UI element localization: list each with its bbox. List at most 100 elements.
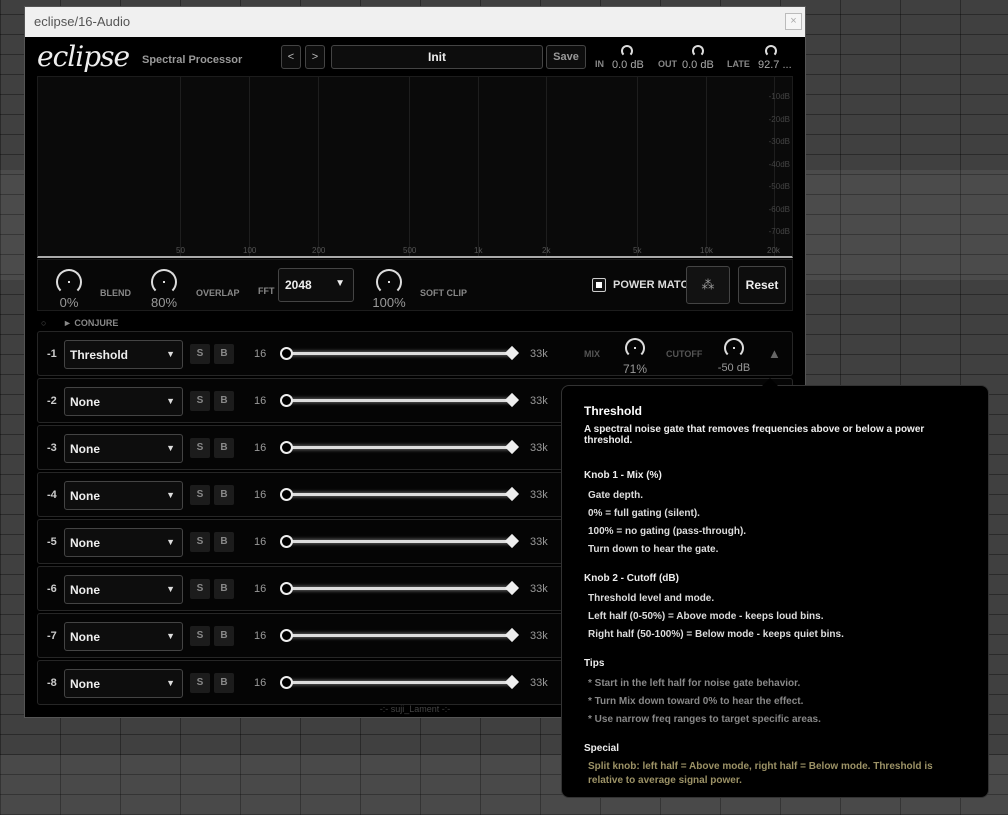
save-button[interactable]: Save <box>546 45 586 69</box>
tooltip-tip: * Use narrow freq ranges to target speci… <box>588 714 821 725</box>
range-low-value: 16 <box>254 442 267 454</box>
slot-number: -3 <box>47 442 57 454</box>
spectrum-display[interactable]: 50 100 200 500 1k 2k 5k 10k 20k -10dB -2… <box>37 76 793 258</box>
chevron-down-icon: ▼ <box>166 678 175 688</box>
bypass-button[interactable]: B <box>214 626 234 646</box>
range-high-value: 33k <box>530 583 548 595</box>
freq-range-track[interactable] <box>286 446 512 449</box>
range-high-handle[interactable] <box>504 674 520 690</box>
randomize-icon[interactable]: ⁂ <box>686 266 730 304</box>
range-low-value: 16 <box>254 536 267 548</box>
bypass-button[interactable]: B <box>214 673 234 693</box>
solo-button[interactable]: S <box>190 532 210 552</box>
bypass-button[interactable]: B <box>214 344 234 364</box>
range-low-value: 16 <box>254 630 267 642</box>
range-high-handle[interactable] <box>504 580 520 596</box>
in-gain-knob[interactable] <box>621 45 633 57</box>
range-low-handle[interactable] <box>280 394 293 407</box>
solo-button[interactable]: S <box>190 485 210 505</box>
range-low-handle[interactable] <box>280 676 293 689</box>
range-high-handle[interactable] <box>504 627 520 643</box>
fft-size-select[interactable]: 2048 ▼ <box>278 268 354 302</box>
eclipse-logo: eclipse <box>37 40 130 73</box>
latency-value: 92.7 ... <box>758 59 792 71</box>
chevron-down-icon: ▼ <box>166 396 175 406</box>
close-button[interactable]: × <box>785 13 802 30</box>
range-high-handle[interactable] <box>504 392 520 408</box>
tooltip-tips-heading: Tips <box>584 658 605 669</box>
range-low-handle[interactable] <box>280 535 293 548</box>
solo-button[interactable]: S <box>190 438 210 458</box>
freq-range-track[interactable] <box>286 399 512 402</box>
db-label: -30dB <box>768 137 790 146</box>
effect-name: None <box>70 489 100 503</box>
bypass-button[interactable]: B <box>214 579 234 599</box>
effect-select[interactable]: None ▼ <box>64 434 183 463</box>
range-high-handle[interactable] <box>504 533 520 549</box>
cutoff-knob[interactable] <box>724 338 744 358</box>
bypass-button[interactable]: B <box>214 485 234 505</box>
freq-range-track[interactable] <box>286 493 512 496</box>
freq-label: 500 <box>403 246 417 255</box>
soft-clip-knob[interactable] <box>376 269 402 295</box>
range-low-handle[interactable] <box>280 488 293 501</box>
freq-range-track[interactable] <box>286 681 512 684</box>
prev-preset-button[interactable]: < <box>281 45 301 69</box>
overlap-knob[interactable] <box>151 269 177 295</box>
late-label: LATE <box>727 59 750 69</box>
effect-select[interactable]: None ▼ <box>64 528 183 557</box>
range-high-handle[interactable] <box>504 345 520 361</box>
effect-name: None <box>70 536 100 550</box>
range-low-handle[interactable] <box>280 441 293 454</box>
freq-label: 200 <box>312 246 326 255</box>
solo-button[interactable]: S <box>190 673 210 693</box>
db-label: -50dB <box>768 182 790 191</box>
next-preset-button[interactable]: > <box>305 45 325 69</box>
solo-button[interactable]: S <box>190 344 210 364</box>
range-low-handle[interactable] <box>280 582 293 595</box>
preset-name-field[interactable]: Init <box>331 45 543 69</box>
range-low-handle[interactable] <box>280 347 293 360</box>
triangle-up-icon[interactable]: ▲ <box>768 346 781 361</box>
range-high-handle[interactable] <box>504 439 520 455</box>
effect-select[interactable]: Threshold ▼ <box>64 340 183 369</box>
window-title: eclipse/16-Audio <box>34 14 131 29</box>
range-high-handle[interactable] <box>504 486 520 502</box>
blend-knob[interactable] <box>56 269 82 295</box>
slot-number: -7 <box>47 630 57 642</box>
freq-range-track[interactable] <box>286 540 512 543</box>
freq-range-track[interactable] <box>286 587 512 590</box>
db-label: -10dB <box>768 92 790 101</box>
solo-button[interactable]: S <box>190 626 210 646</box>
in-gain-value: 0.0 dB <box>612 59 644 71</box>
overlap-value: 80% <box>150 295 178 310</box>
plugin-header: eclipse Spectral Processor < > Init Save… <box>25 37 805 77</box>
tooltip-description: A spectral noise gate that removes frequ… <box>584 424 925 446</box>
bypass-button[interactable]: B <box>214 532 234 552</box>
out-label: OUT <box>658 59 677 69</box>
range-low-value: 16 <box>254 348 267 360</box>
latency-knob[interactable] <box>765 45 777 57</box>
effect-select[interactable]: None ▼ <box>64 669 183 698</box>
fft-label: FFT <box>258 286 275 296</box>
slot-number: -1 <box>47 348 57 360</box>
mix-knob[interactable] <box>625 338 645 358</box>
freq-range-track[interactable] <box>286 634 512 637</box>
range-low-handle[interactable] <box>280 629 293 642</box>
bypass-button[interactable]: B <box>214 391 234 411</box>
power-match-checkbox[interactable] <box>592 278 606 292</box>
window-titlebar[interactable]: eclipse/16-Audio × <box>25 7 805 37</box>
effect-select[interactable]: None ▼ <box>64 481 183 510</box>
solo-button[interactable]: S <box>190 391 210 411</box>
conjure-toggle[interactable]: ○ ► CONJURE <box>41 318 118 328</box>
effect-select[interactable]: None ▼ <box>64 575 183 604</box>
chevron-down-icon: ▼ <box>166 631 175 641</box>
grid-line <box>546 77 547 256</box>
effect-select[interactable]: None ▼ <box>64 387 183 416</box>
out-gain-knob[interactable] <box>692 45 704 57</box>
freq-range-track[interactable] <box>286 352 512 355</box>
reset-button[interactable]: Reset <box>738 266 786 304</box>
solo-button[interactable]: S <box>190 579 210 599</box>
bypass-button[interactable]: B <box>214 438 234 458</box>
effect-select[interactable]: None ▼ <box>64 622 183 651</box>
